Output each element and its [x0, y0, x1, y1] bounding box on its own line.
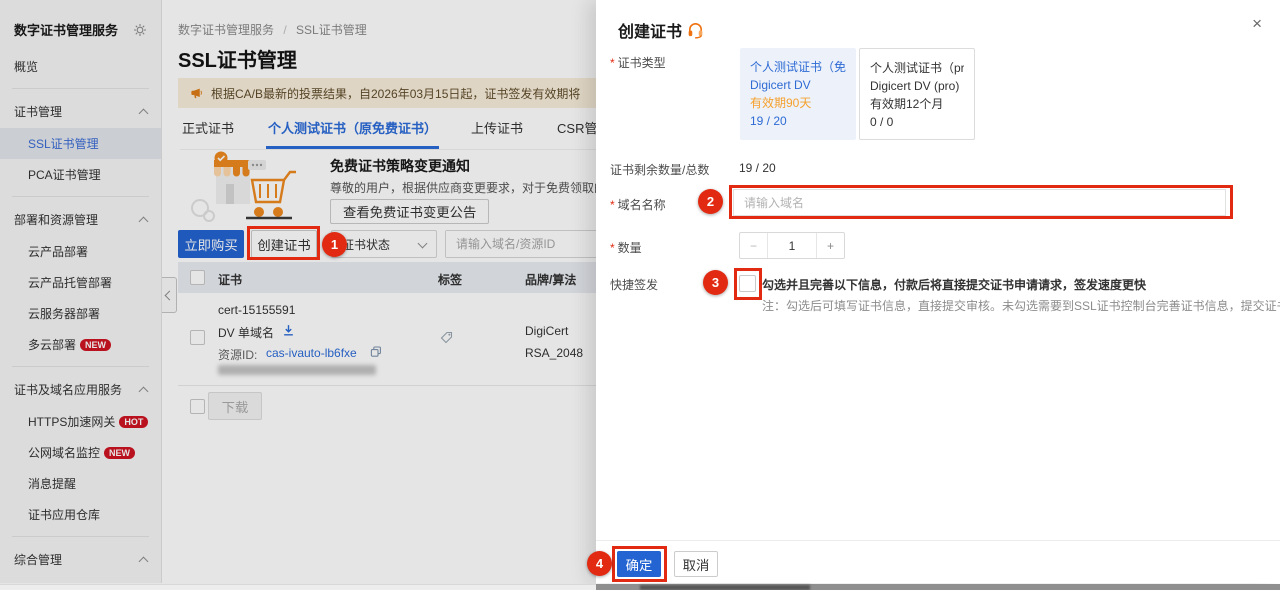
card-name: 个人测试证书（pro）	[870, 59, 964, 77]
drawer-backdrop[interactable]	[0, 0, 596, 590]
quick-issue-note: 注：勾选后可填写证书信息，直接提交审核。未勾选需要到SSL证书控制台完善证书信息…	[762, 297, 1280, 314]
card-quota: 0 / 0	[870, 113, 964, 131]
field-label-quick-issue: 快捷签发	[610, 276, 658, 293]
annotation-box-quick-issue-checkbox	[734, 268, 762, 300]
redacted-text	[640, 585, 810, 590]
plus-button[interactable]: +	[817, 233, 844, 258]
card-brand: Digicert DV (pro)	[870, 77, 964, 95]
field-label-remaining: 证书剩余数量/总数	[610, 161, 709, 178]
annotation-step-1: 1	[322, 232, 347, 257]
drawer-title: 创建证书	[618, 18, 682, 42]
field-label-quantity: *数量	[610, 239, 642, 256]
annotation-box-create-button	[247, 226, 320, 260]
bottom-bar-left	[0, 584, 596, 590]
annotation-box-domain-input	[729, 185, 1233, 219]
card-brand: Digicert DV	[750, 76, 846, 94]
annotation-step-2: 2	[698, 189, 723, 214]
divider	[596, 540, 1280, 541]
cert-type-card-free[interactable]: 个人测试证书（免费版） Digicert DV 有效期90天 19 / 20	[740, 48, 856, 140]
annotation-step-4: 4	[587, 551, 612, 576]
field-label-cert-type: *证书类型	[610, 54, 666, 71]
card-quota: 19 / 20	[750, 112, 846, 130]
annotation-step-3: 3	[703, 270, 728, 295]
field-label-domain: *域名名称	[610, 196, 666, 213]
headset-support-icon[interactable]	[686, 20, 705, 39]
annotation-box-confirm-button	[612, 546, 667, 582]
remaining-value: 19 / 20	[739, 161, 776, 175]
card-name: 个人测试证书（免费版）	[750, 58, 846, 76]
create-certificate-drawer: 创建证书 × *证书类型 个人测试证书（免费版） Digicert DV 有效期…	[596, 0, 1280, 583]
close-icon[interactable]: ×	[1252, 14, 1262, 34]
card-validity: 有效期90天	[750, 94, 846, 112]
quantity-stepper: − 1 +	[739, 232, 845, 259]
quantity-value: 1	[767, 233, 817, 258]
screen: 数字证书管理服务 概览 证书管理 SSL证书管理 PCA证书管理 部署和资源管理…	[0, 0, 1280, 590]
cert-type-card-pro[interactable]: 个人测试证书（pro） Digicert DV (pro) 有效期12个月 0 …	[859, 48, 975, 140]
quick-issue-text: 勾选并且完善以下信息，付款后将直接提交证书申请请求，签发速度更快	[762, 276, 1146, 293]
cancel-button[interactable]: 取消	[674, 551, 718, 577]
minus-button[interactable]: −	[740, 233, 767, 258]
bottom-edge-bar	[0, 583, 1280, 590]
card-validity: 有效期12个月	[870, 95, 964, 113]
